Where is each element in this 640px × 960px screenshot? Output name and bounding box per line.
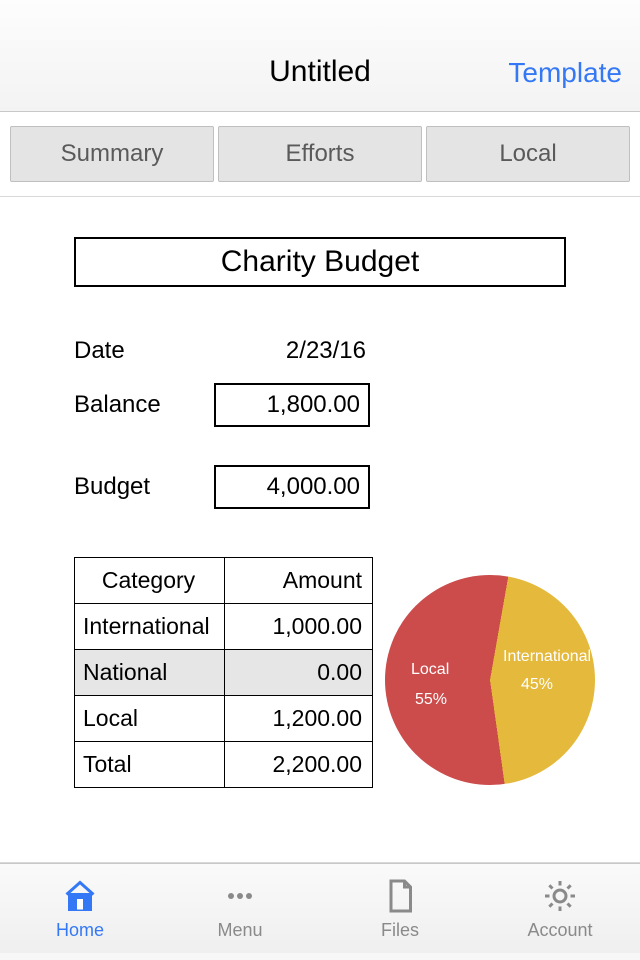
pie-label-local-pct: 55%	[415, 690, 447, 711]
cell-total-label[interactable]: Total	[75, 742, 225, 788]
sheet-title[interactable]: Charity Budget	[74, 237, 566, 287]
tab-files[interactable]: Files	[320, 864, 480, 953]
budget-label: Budget	[74, 473, 214, 501]
tab-label: Account	[527, 920, 592, 941]
col-category: Category	[75, 558, 225, 604]
tab-home[interactable]: Home	[0, 864, 160, 953]
cell-amount[interactable]: 0.00	[225, 650, 373, 696]
cell-category[interactable]: National	[75, 650, 225, 696]
pie-label-intl-pct: 45%	[521, 675, 553, 696]
cell-amount[interactable]: 1,200.00	[225, 696, 373, 742]
pie-label-intl: International	[503, 647, 591, 668]
tab-label: Menu	[217, 920, 262, 941]
col-amount: Amount	[225, 558, 373, 604]
table-row[interactable]: Local 1,200.00	[75, 696, 373, 742]
budget-value[interactable]: 4,000.00	[214, 465, 370, 509]
home-icon	[60, 876, 100, 916]
spreadsheet-content: Charity Budget Date 2/23/16 Balance 1,80…	[0, 197, 640, 863]
table-row[interactable]: International 1,000.00	[75, 604, 373, 650]
cell-category[interactable]: Local	[75, 696, 225, 742]
page-title: Untitled	[269, 55, 371, 89]
tab-account[interactable]: Account	[480, 864, 640, 953]
menu-icon	[220, 876, 260, 916]
segment-bar: Summary Efforts Local	[0, 112, 640, 197]
header: Untitled Template	[0, 0, 640, 112]
balance-label: Balance	[74, 391, 214, 419]
table-header-row: Category Amount	[75, 558, 373, 604]
date-value[interactable]: 2/23/16	[214, 337, 378, 365]
tab-local[interactable]: Local	[426, 126, 630, 182]
pie-label-local: Local	[411, 660, 449, 681]
tab-menu[interactable]: Menu	[160, 864, 320, 953]
cell-category[interactable]: International	[75, 604, 225, 650]
pie-chart: Local 55% International 45%	[385, 575, 607, 785]
tab-label: Home	[56, 920, 104, 941]
category-table[interactable]: Category Amount International 1,000.00 N…	[74, 557, 373, 788]
template-button[interactable]: Template	[508, 57, 622, 89]
cell-amount[interactable]: 1,000.00	[225, 604, 373, 650]
date-label: Date	[74, 337, 214, 365]
tab-summary[interactable]: Summary	[10, 126, 214, 182]
files-icon	[380, 876, 420, 916]
tab-efforts[interactable]: Efforts	[218, 126, 422, 182]
table-row[interactable]: National 0.00	[75, 650, 373, 696]
table-total-row[interactable]: Total 2,200.00	[75, 742, 373, 788]
gear-icon	[540, 876, 580, 916]
cell-total-value[interactable]: 2,200.00	[225, 742, 373, 788]
balance-value[interactable]: 1,800.00	[214, 383, 370, 427]
bottom-tabbar: Home Menu Files Account	[0, 863, 640, 953]
tab-label: Files	[381, 920, 419, 941]
